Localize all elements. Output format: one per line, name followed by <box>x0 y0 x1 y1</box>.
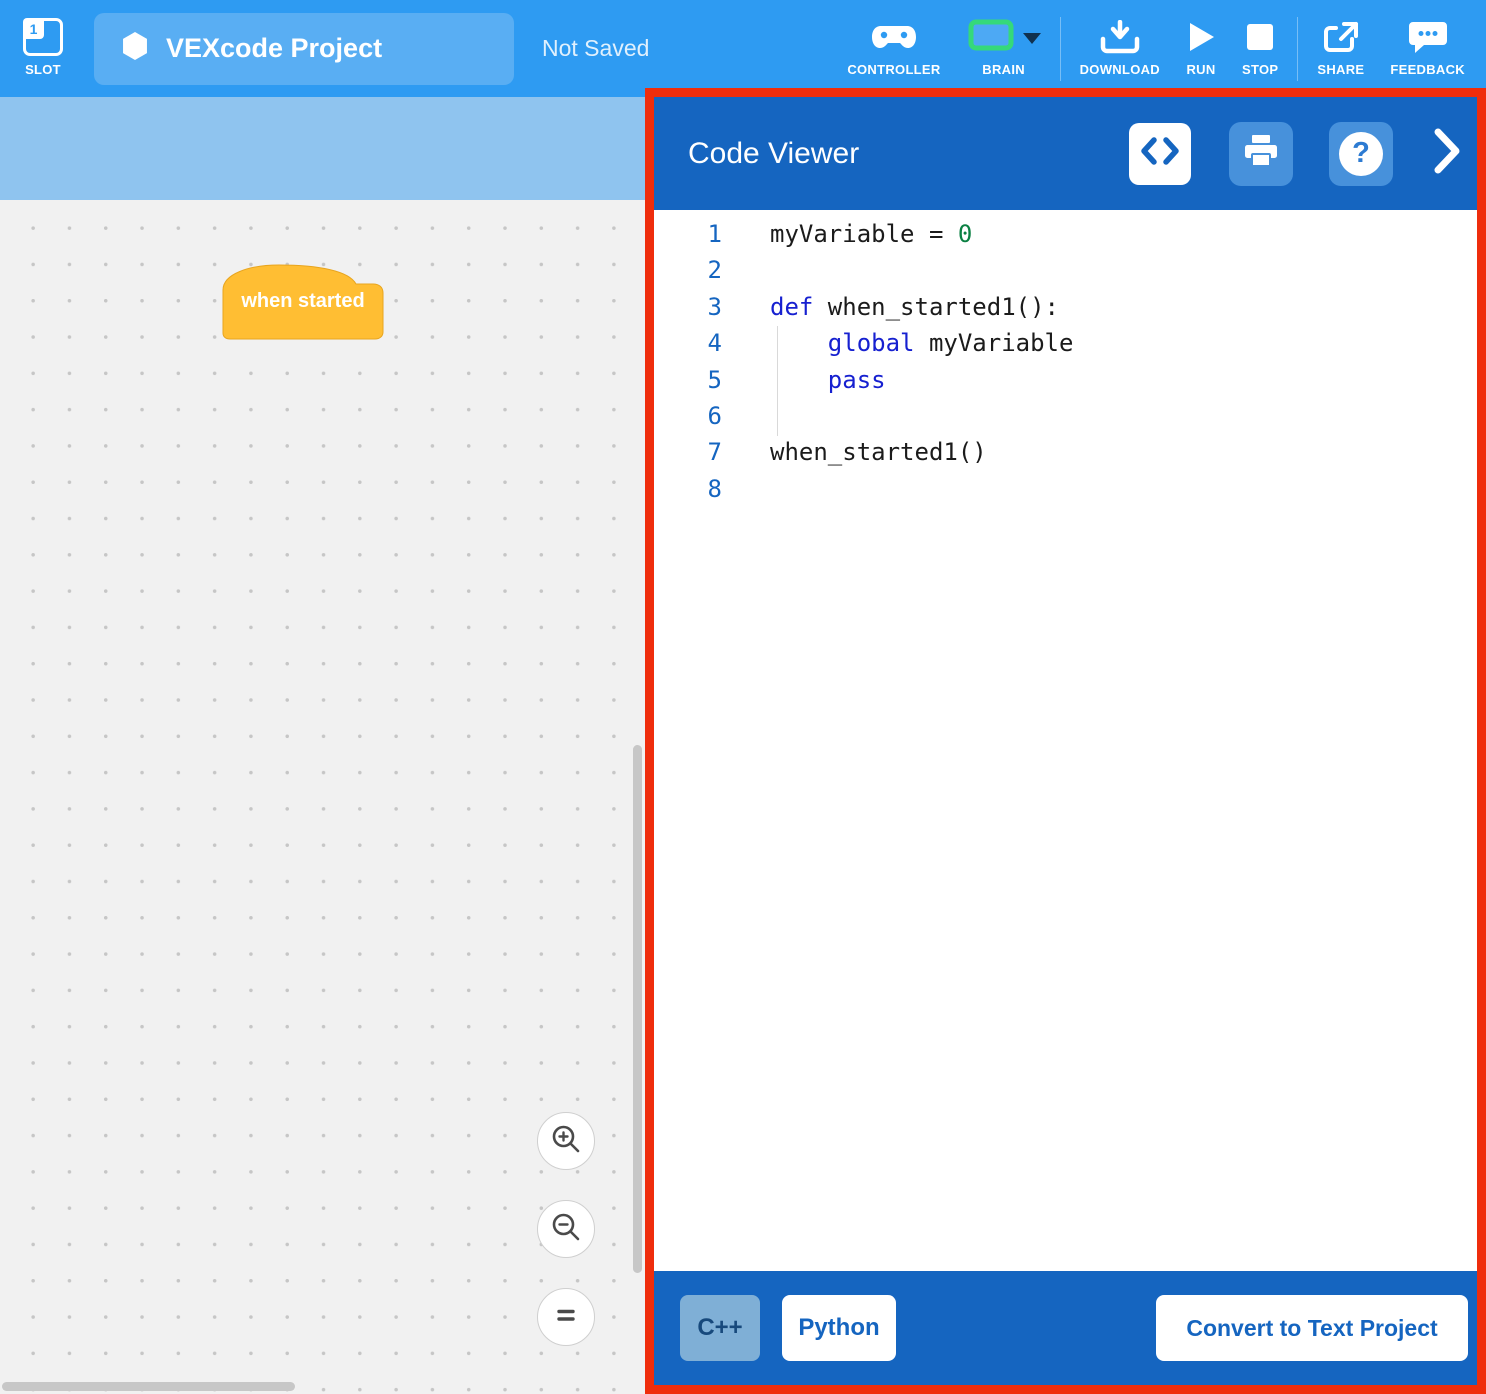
help-button[interactable]: ? <box>1329 122 1393 186</box>
blocks-workspace: when started <box>0 97 654 1394</box>
hexagon-icon <box>122 32 148 65</box>
feedback-label: FEEDBACK <box>1390 62 1465 77</box>
slot-number: 1 <box>23 18 44 39</box>
line-number: 1 <box>654 216 722 252</box>
line-number: 4 <box>654 325 722 361</box>
slot-label: SLOT <box>25 62 61 77</box>
run-label: RUN <box>1186 62 1215 77</box>
run-button[interactable]: RUN <box>1173 0 1229 97</box>
vertical-scrollbar[interactable] <box>633 745 642 1273</box>
code-line: 2 <box>654 252 1477 288</box>
angle-brackets-icon <box>1141 137 1179 170</box>
code-viewer-footer: C++ Python Convert to Text Project <box>654 1271 1477 1385</box>
print-button[interactable] <box>1229 122 1293 186</box>
stop-icon <box>1245 20 1275 54</box>
equals-icon <box>551 1300 581 1335</box>
brain-dropdown-caret-icon[interactable] <box>1023 33 1041 44</box>
convert-to-text-button[interactable]: Convert to Text Project <box>1156 1295 1468 1361</box>
slot-button[interactable]: 1 SLOT <box>10 0 76 97</box>
toolbar: 1 SLOT VEXcode Project Not Saved CONTROL… <box>0 0 1486 97</box>
project-title: VEXcode Project <box>166 33 382 64</box>
code-line: 7 when_started1() <box>654 434 1477 470</box>
brain-icon <box>967 18 1015 57</box>
code-area[interactable]: 1 myVariable = 0 23 def when_started1(): 4 g… <box>654 210 1477 1271</box>
palette-header <box>0 97 654 200</box>
speech-bubble-icon <box>1407 20 1449 54</box>
printer-icon <box>1243 134 1279 173</box>
share-button[interactable]: SHARE <box>1304 0 1377 97</box>
zoom-reset-button[interactable] <box>537 1288 595 1346</box>
project-title-button[interactable]: VEXcode Project <box>94 13 514 85</box>
code-text: myVariable = 0 <box>770 216 972 252</box>
python-tab-button[interactable]: Python <box>782 1295 896 1361</box>
feedback-button[interactable]: FEEDBACK <box>1377 0 1478 97</box>
controller-label: CONTROLLER <box>847 62 940 77</box>
code-text: pass <box>770 362 886 398</box>
magnifier-minus-icon <box>550 1211 582 1248</box>
code-line: 1 myVariable = 0 <box>654 216 1477 252</box>
code-viewer-title: Code Viewer <box>688 137 1129 171</box>
magnifier-plus-icon <box>550 1123 582 1160</box>
stop-label: STOP <box>1242 62 1278 77</box>
code-viewer-header: Code Viewer ? <box>654 97 1477 210</box>
download-label: DOWNLOAD <box>1080 62 1160 77</box>
code-text: when_started1() <box>770 434 987 470</box>
code-text: global myVariable <box>770 325 1073 361</box>
zoom-in-button[interactable] <box>537 1112 595 1170</box>
code-editor-toggle-button[interactable] <box>1129 123 1191 185</box>
collapse-panel-button[interactable] <box>1429 123 1465 185</box>
slot-icon: 1 <box>23 20 63 54</box>
brain-button[interactable]: BRAIN <box>954 0 1054 97</box>
question-mark-icon: ? <box>1339 132 1383 176</box>
share-label: SHARE <box>1317 62 1364 77</box>
gamepad-icon <box>871 20 917 54</box>
blocks-canvas[interactable]: when started <box>0 200 654 1394</box>
share-icon <box>1322 20 1360 54</box>
download-button[interactable]: DOWNLOAD <box>1067 0 1173 97</box>
when-started-label: when started <box>222 290 384 313</box>
line-number: 2 <box>654 252 722 288</box>
code-viewer-panel-highlight: Code Viewer ? <box>645 88 1486 1394</box>
toolbar-divider <box>1060 17 1061 81</box>
controller-button[interactable]: CONTROLLER <box>834 0 953 97</box>
horizontal-scrollbar[interactable] <box>2 1382 295 1391</box>
brain-label: BRAIN <box>982 62 1025 77</box>
code-line: 3 def when_started1(): <box>654 289 1477 325</box>
line-number: 5 <box>654 362 722 398</box>
line-number: 6 <box>654 398 722 434</box>
indent-guide <box>777 326 778 436</box>
cpp-tab-button[interactable]: C++ <box>680 1295 760 1361</box>
stop-button[interactable]: STOP <box>1229 0 1291 97</box>
play-icon <box>1186 20 1216 54</box>
zoom-out-button[interactable] <box>537 1200 595 1258</box>
toolbar-divider <box>1297 17 1298 81</box>
line-number: 8 <box>654 471 722 507</box>
code-line: 8 <box>654 471 1477 507</box>
vexcode-app: 1 SLOT VEXcode Project Not Saved CONTROL… <box>0 0 1486 1394</box>
when-started-block[interactable]: when started <box>222 264 384 340</box>
save-status: Not Saved <box>542 35 649 62</box>
code-text: def when_started1(): <box>770 289 1059 325</box>
download-icon <box>1099 20 1141 54</box>
chevron-right-icon <box>1433 127 1461 180</box>
line-number: 7 <box>654 434 722 470</box>
line-number: 3 <box>654 289 722 325</box>
